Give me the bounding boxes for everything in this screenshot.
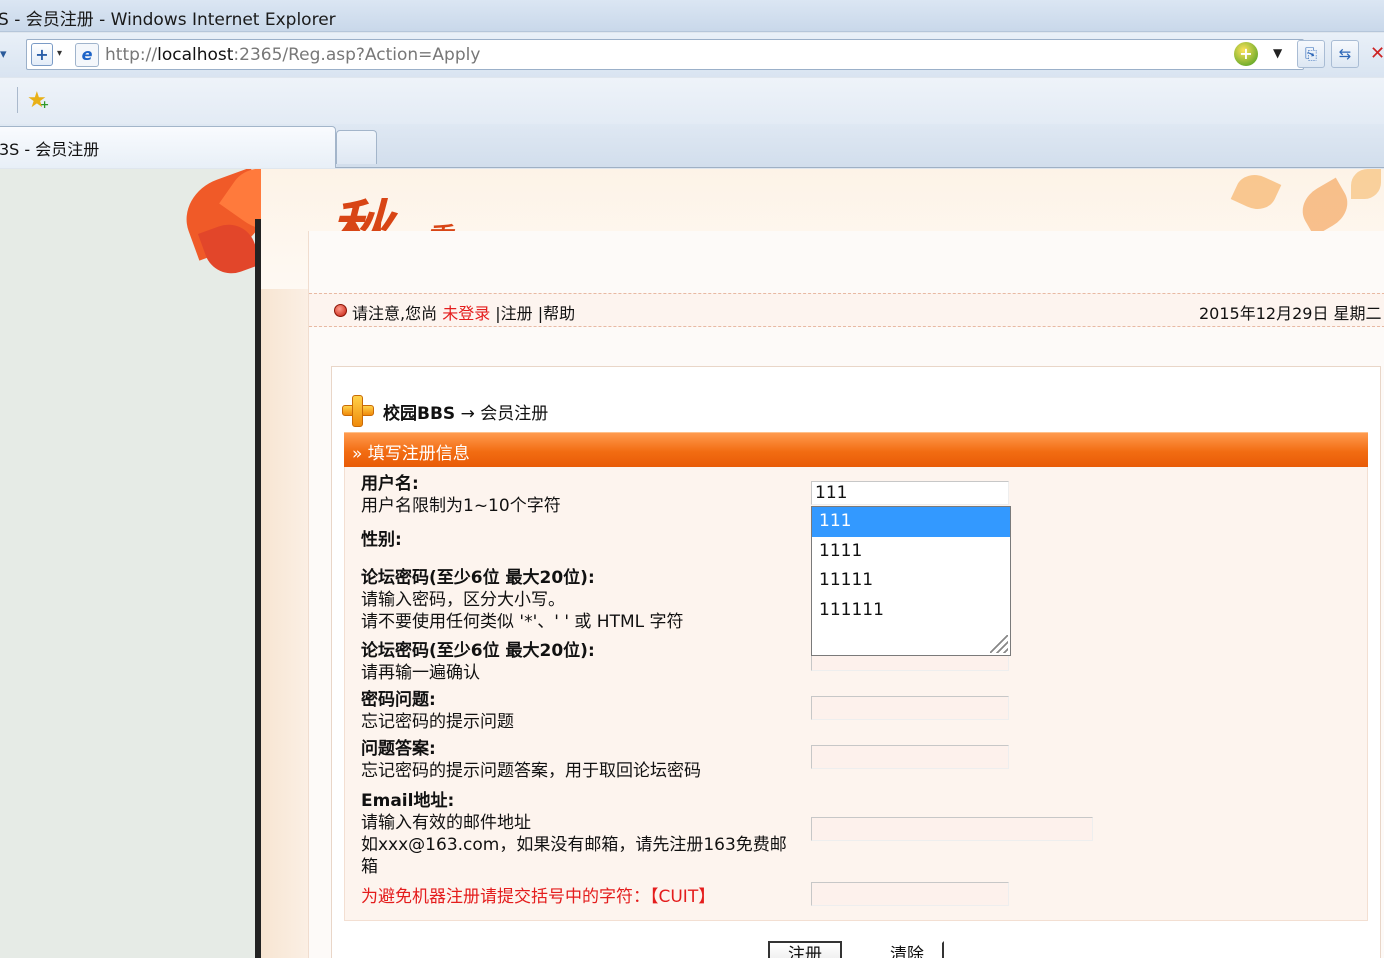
breadcrumb-site[interactable]: 校园BBS [383, 404, 455, 424]
refresh-button[interactable]: ⇆ [1331, 40, 1359, 68]
new-tab-button[interactable] [336, 130, 377, 164]
maple-leaf-decoration [1294, 177, 1356, 237]
notice-bar: 请注意,您尚 未登录 |注册 |帮助 2015年12月29日 星期二 [309, 293, 1384, 327]
login-notice: 请注意,您尚 未登录 |注册 |帮助 [352, 304, 576, 323]
question-label: 密码问题: 忘记密码的提示问题 [361, 690, 514, 732]
compat-view-button[interactable]: ⎘ [1297, 40, 1325, 68]
tab-label: 3S - 会员注册 [0, 140, 100, 159]
content-panel: 请注意,您尚 未登录 |注册 |帮助 2015年12月29日 星期二 校园BBS… [308, 231, 1384, 958]
section-title: » 填写注册信息 [352, 444, 470, 464]
address-bar: ▾ + ▾ e http://localhost:2365/Reg.asp?Ac… [0, 33, 1384, 77]
answer-label: 问题答案: 忘记密码的提示问题答案，用于取回论坛密码 [361, 739, 701, 781]
page-body: 秋 季 请注意,您尚 未登录 |注册 |帮助 2015年12月29日 星期二 校… [261, 169, 1384, 958]
clear-button[interactable]: 清除 [870, 941, 944, 958]
breadcrumb: 校园BBS → 会员注册 [383, 404, 549, 424]
window-title: S - 会员注册 - Windows Internet Explorer [0, 10, 336, 30]
url-history-dropdown-icon[interactable]: ▼ [1273, 46, 1282, 60]
section-header: » 填写注册信息 [344, 432, 1368, 467]
url-field[interactable]: + ▾ e http://localhost:2365/Reg.asp?Acti… [26, 39, 1304, 70]
registration-form: 用户名: 用户名限制为1~10个字符 111 性别: 论坛密码(至少6位 最大20… [344, 467, 1368, 921]
stop-icon[interactable]: ✕ [1370, 43, 1384, 64]
compat-view-icon[interactable]: + [31, 43, 53, 66]
answer-input[interactable] [811, 745, 1009, 769]
autocomplete-item[interactable]: 111111 [812, 596, 1010, 626]
password-label: 论坛密码(至少6位 最大20位): 请输入密码，区分大小写。 请不要使用任何类似 '… [361, 568, 684, 632]
resize-grip-icon[interactable] [990, 635, 1008, 653]
plus-icon [342, 395, 374, 427]
window-titlebar: S - 会员注册 - Windows Internet Explorer [0, 0, 1384, 32]
tab-active[interactable]: 3S - 会员注册 [0, 126, 336, 168]
add-favorite-icon[interactable]: + [40, 98, 49, 111]
username-label: 用户名: 用户名限制为1~10个字符 [361, 474, 561, 516]
favorites-bar: ★ + [0, 78, 1384, 124]
autocomplete-list[interactable]: 111 1111 11111 111111 [811, 506, 1011, 656]
url-text[interactable]: http://localhost:2365/Reg.asp?Action=App… [105, 45, 480, 65]
divider [17, 87, 18, 113]
chevron-down-icon[interactable]: ▾ [57, 48, 62, 59]
password-confirm-label: 论坛密码(至少6位 最大20位): 请再输一遍确认 [361, 641, 595, 683]
question-input[interactable] [811, 696, 1009, 720]
date-display: 2015年12月29日 星期二 [1199, 304, 1382, 323]
captcha-input[interactable] [811, 882, 1009, 906]
page-viewport: 秋 季 请注意,您尚 未登录 |注册 |帮助 2015年12月29日 星期二 校… [0, 169, 1384, 958]
username-input[interactable]: 111 [811, 481, 1009, 505]
email-label: Email地址: 请输入有效的邮件地址 如xxx@163.com，如果没有邮箱，请先… [361, 791, 787, 877]
autocomplete-item[interactable]: 11111 [812, 566, 1010, 596]
maple-leaf-decoration [1230, 169, 1282, 216]
maple-leaf-decoration [1351, 169, 1381, 199]
page-left-gutter [0, 169, 257, 958]
status-dot-icon [334, 304, 347, 317]
go-icon[interactable]: + [1234, 42, 1258, 66]
submit-button[interactable]: 注册 [768, 941, 842, 958]
login-link[interactable]: 未登录 [442, 304, 490, 323]
email-input[interactable] [811, 817, 1093, 841]
help-link[interactable]: |帮助 [533, 304, 575, 323]
register-link[interactable]: |注册 [490, 304, 532, 323]
tab-strip: 3S - 会员注册 [0, 124, 1384, 168]
gender-label: 性别: [361, 530, 402, 550]
autocomplete-item[interactable]: 111 [812, 507, 1010, 537]
ie-page-icon: e [75, 43, 99, 67]
nav-dropdown-icon[interactable]: ▾ [0, 47, 7, 62]
registration-box: 校园BBS → 会员注册 » 填写注册信息 用户名: 用户名限制为1~10个字符 … [331, 366, 1381, 958]
captcha-label: 为避免机器注册请提交括号中的字符：【CUIT】 [361, 887, 716, 907]
autocomplete-item[interactable]: 1111 [812, 537, 1010, 567]
breadcrumb-page: 会员注册 [480, 404, 549, 424]
